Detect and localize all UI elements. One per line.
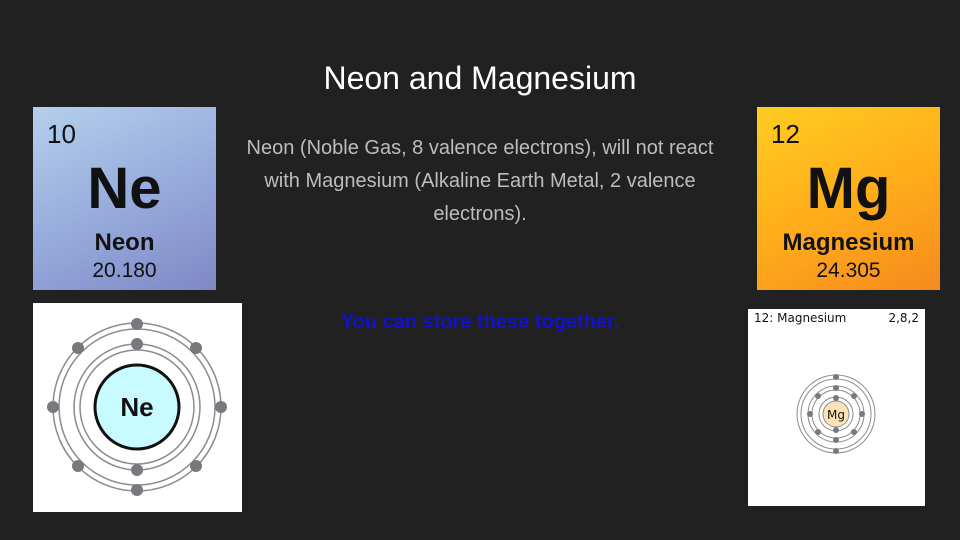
magnesium-bohr-svg: Mg xyxy=(796,374,876,454)
neon-electron xyxy=(131,338,143,350)
storage-note: You can store these together. xyxy=(340,311,620,333)
magnesium-electron xyxy=(815,393,821,399)
neon-bohr-svg: Ne xyxy=(47,318,227,496)
magnesium-electron xyxy=(833,374,839,380)
neon-electron xyxy=(131,318,143,330)
magnesium-electron xyxy=(833,385,839,391)
magnesium-bohr-diagram: 12: Magnesium 2,8,2 Mg xyxy=(748,309,925,506)
neon-element-tile: 10 Ne Neon 20.180 xyxy=(33,107,216,290)
neon-electron xyxy=(72,460,84,472)
magnesium-name: Magnesium xyxy=(782,229,915,256)
magnesium-element-tile: 12 Mg Magnesium 24.305 xyxy=(757,107,940,290)
neon-electron xyxy=(190,342,202,354)
magnesium-electron xyxy=(807,411,813,417)
neon-electron xyxy=(72,342,84,354)
reaction-description: Neon (Noble Gas, 8 valence electrons), w… xyxy=(246,137,714,225)
slide-title: Neon and Magnesium xyxy=(323,60,637,96)
neon-atomic-number: 10 xyxy=(47,119,76,149)
neon-bohr-diagram: Ne xyxy=(33,303,242,512)
magnesium-electron xyxy=(859,411,865,417)
magnesium-atomic-number: 12 xyxy=(771,119,800,149)
neon-electron xyxy=(190,460,202,472)
magnesium-electron xyxy=(833,437,839,443)
magnesium-symbol: Mg xyxy=(806,156,891,221)
magnesium-electron xyxy=(833,395,839,401)
neon-atomic-mass: 20.180 xyxy=(92,259,157,282)
magnesium-atomic-mass: 24.305 xyxy=(816,259,881,282)
neon-electron xyxy=(131,484,143,496)
magnesium-electron xyxy=(833,448,839,454)
neon-electron xyxy=(131,464,143,476)
neon-electron xyxy=(47,401,59,413)
neon-nucleus-label: Ne xyxy=(120,392,153,422)
magnesium-nucleus-label: Mg xyxy=(827,408,845,422)
neon-electron xyxy=(215,401,227,413)
neon-symbol: Ne xyxy=(87,156,162,221)
neon-name: Neon xyxy=(94,229,155,256)
magnesium-electron xyxy=(851,393,857,399)
magnesium-electron xyxy=(815,429,821,435)
magnesium-electron xyxy=(833,427,839,433)
magnesium-electron xyxy=(851,429,857,435)
